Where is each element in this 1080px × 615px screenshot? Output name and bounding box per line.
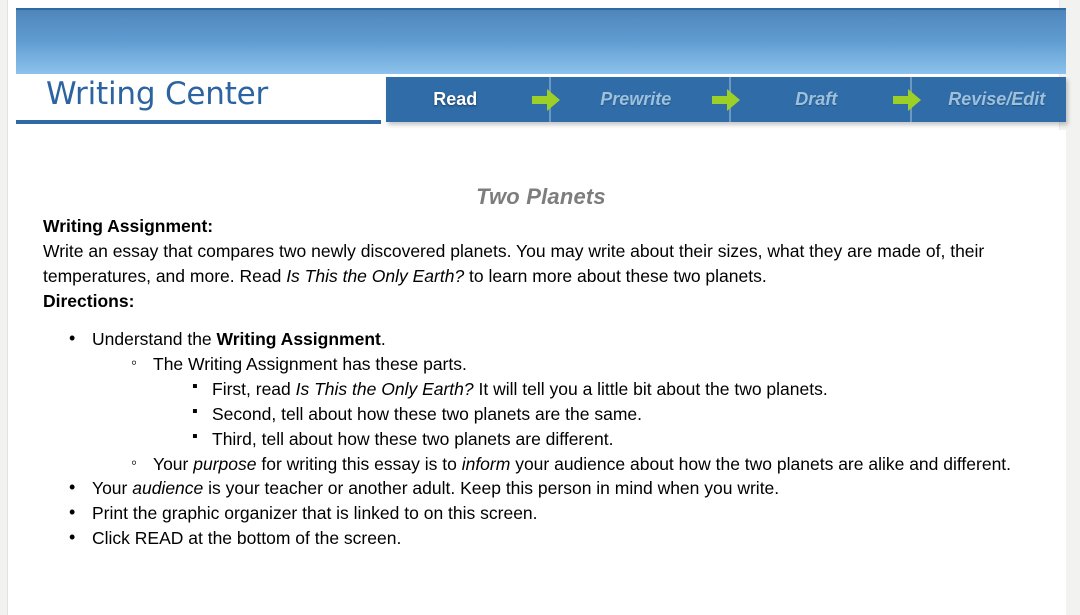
- list-item: First, read Is This the Only Earth? It w…: [190, 376, 1053, 402]
- part1-text-pre: First, read: [212, 379, 296, 400]
- part1-book-title: Is This the Only Earth?: [295, 379, 474, 400]
- assignment-text-part2: to learn more about these two planets.: [464, 265, 767, 286]
- main-content: Two Planets Writing Assignment: Write an…: [16, 130, 1066, 615]
- nav-step-revise-edit[interactable]: Revise/Edit: [928, 89, 1067, 110]
- directions-label: Directions:: [43, 290, 135, 311]
- banner-sheen: [16, 10, 1066, 42]
- purpose-text-post: your audience about how the two planets …: [510, 453, 1012, 474]
- click-read-text: Click READ at the bottom of the screen.: [92, 528, 402, 549]
- bullet1-text-bold: Writing Assignment: [216, 329, 381, 350]
- part1-text-post: It will tell you a little bit about the …: [473, 379, 828, 400]
- audience-text-post: is your teacher or another adult. Keep t…: [203, 478, 780, 499]
- directions-list: Understand the Writing Assignment. The W…: [43, 326, 1053, 551]
- writing-assignment-paragraph: Write an essay that compares two newly d…: [43, 239, 1053, 289]
- audience-text-pre: Your: [92, 478, 133, 499]
- print-organizer-text: Print the graphic organizer that is link…: [92, 503, 538, 524]
- bullet1-text-post: .: [380, 329, 386, 350]
- nav-separator-2: [705, 77, 747, 122]
- directions-section: Directions:: [43, 289, 1053, 314]
- step-navigation-bar: Read Prewrite Draft Revise/Edit: [386, 77, 1066, 122]
- nav-separator-3: [886, 77, 928, 122]
- nav-step-read[interactable]: Read: [386, 89, 525, 110]
- purpose-text-pre: Your: [153, 453, 194, 474]
- writing-assignment-label: Writing Assignment:: [43, 216, 214, 236]
- header-row: Writing Center Read Prewrite Draft Revis…: [16, 74, 1066, 126]
- bullet1-text-pre: Understand the: [92, 329, 217, 350]
- inform-keyword: inform: [461, 453, 511, 474]
- list-item: Your audience is your teacher or another…: [65, 475, 1053, 501]
- list-item: Second, tell about how these two planets…: [190, 401, 1053, 427]
- purpose-text-mid: for writing this essay is to: [256, 453, 462, 474]
- list-item: Third, tell about how these two planets …: [190, 426, 1053, 452]
- nav-separator-1: [525, 77, 567, 122]
- list-item: The Writing Assignment has these parts. …: [129, 351, 1053, 452]
- page-sheet: Writing Center Read Prewrite Draft Revis…: [7, 0, 1066, 615]
- green-right-arrow-icon: [892, 88, 921, 111]
- list-item: Your purpose for writing this essay is t…: [129, 451, 1053, 477]
- purpose-keyword: purpose: [193, 453, 257, 474]
- assignment-book-title: Is This the Only Earth?: [286, 265, 465, 286]
- audience-keyword: audience: [132, 478, 204, 499]
- list-item: Print the graphic organizer that is link…: [65, 500, 1053, 526]
- green-right-arrow-icon: [531, 88, 560, 111]
- list-item: Understand the Writing Assignment. The W…: [65, 326, 1053, 477]
- sub1-text: The Writing Assignment has these parts.: [153, 354, 467, 375]
- app-window: Writing Center Read Prewrite Draft Revis…: [0, 0, 1080, 615]
- part2-text: Second, tell about how these two planets…: [212, 403, 642, 424]
- directions-subsublist: First, read Is This the Only Earth? It w…: [153, 376, 1053, 452]
- writing-assignment-section: Writing Assignment:: [43, 214, 1053, 239]
- nav-step-prewrite[interactable]: Prewrite: [567, 89, 706, 110]
- page-title: Writing Center: [46, 76, 269, 112]
- directions-sublist: The Writing Assignment has these parts. …: [92, 351, 1053, 477]
- step-navigation-inner: Read Prewrite Draft Revise/Edit: [386, 77, 1066, 122]
- assignment-body: Writing Assignment: Write an essay that …: [43, 214, 1053, 551]
- part3-text: Third, tell about how these two planets …: [212, 428, 614, 449]
- assignment-title: Two Planets: [476, 184, 606, 209]
- brand-block: Writing Center: [16, 74, 381, 124]
- top-banner: [16, 8, 1066, 74]
- nav-step-draft[interactable]: Draft: [747, 89, 886, 110]
- list-item: Click READ at the bottom of the screen.: [65, 525, 1053, 551]
- green-right-arrow-icon: [712, 88, 740, 111]
